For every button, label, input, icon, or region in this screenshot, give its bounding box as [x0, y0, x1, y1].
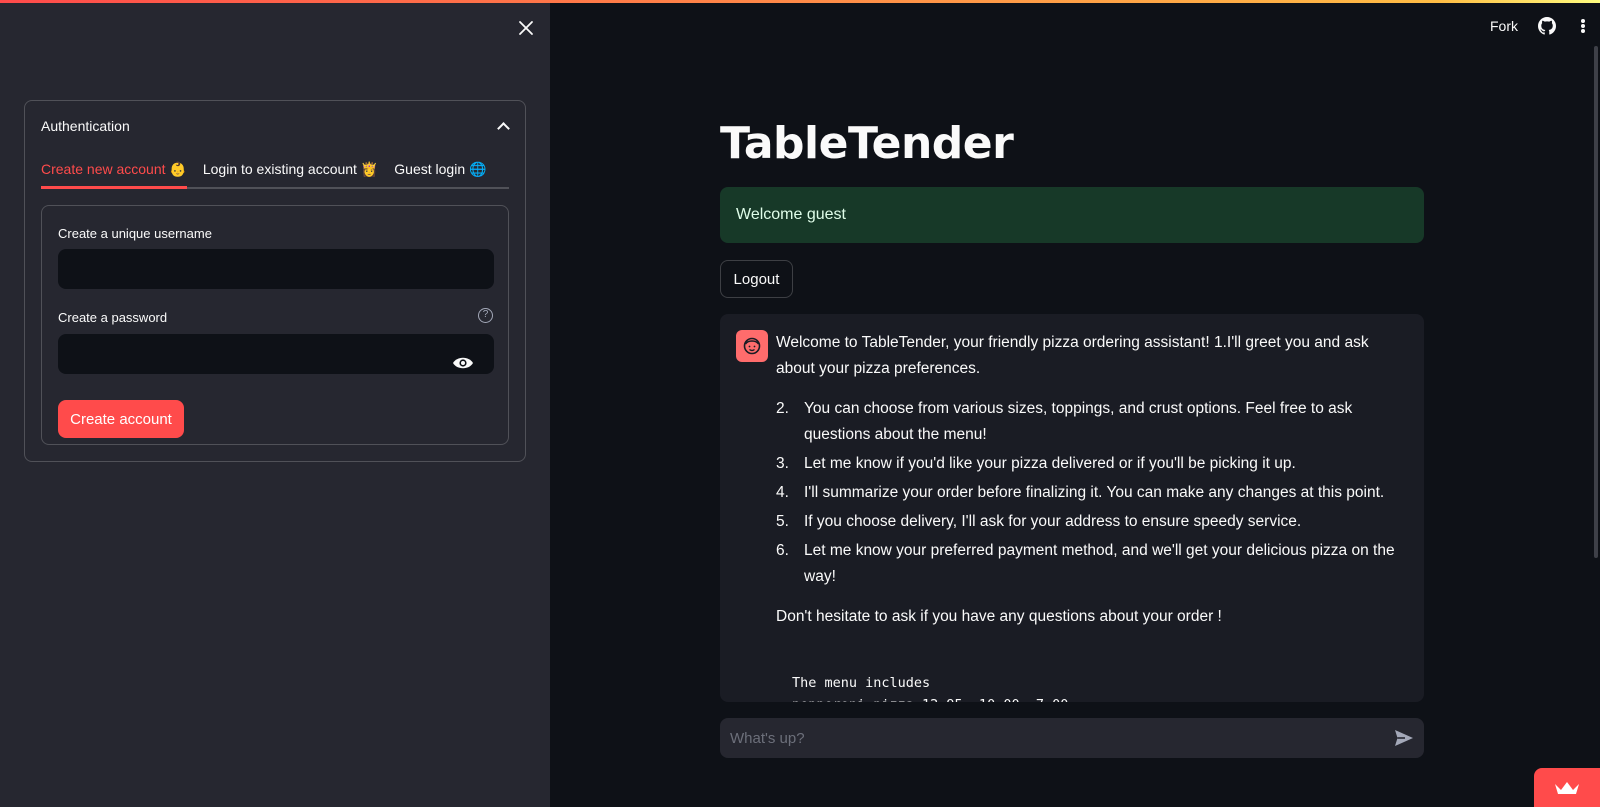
tab-guest-login[interactable]: Guest login 🌐 [394, 153, 486, 187]
crown-icon [1555, 781, 1579, 794]
list-item: 4. I'll summarize your order before final… [776, 484, 1385, 501]
streamlit-badge[interactable] [1534, 768, 1600, 807]
welcome-alert: Welcome guest [720, 187, 1424, 243]
expander-title: Authentication [41, 118, 130, 134]
menu-code-block: The menu includes pepperoni pizza 12.95, … [776, 650, 1400, 702]
create-account-button[interactable]: Create account [58, 400, 184, 438]
code-line: The menu includes [792, 675, 931, 691]
tab-create-account[interactable]: Create new account 👶 [41, 153, 187, 189]
chat-input-container [720, 718, 1424, 758]
help-icon[interactable]: ? [478, 308, 493, 323]
sidebar: Authentication Create new account 👶 Logi… [0, 0, 550, 807]
logout-button[interactable]: Logout [720, 260, 793, 298]
app-header-actions: Fork [1490, 14, 1600, 38]
password-input[interactable] [58, 334, 494, 374]
chevron-up-icon[interactable] [497, 120, 509, 132]
alert-text: Welcome guest [736, 206, 846, 223]
username-label: Create a unique username [58, 226, 212, 241]
list-item: 2. You can choose from various sizes, top… [776, 400, 1353, 443]
main-content: TableTender Welcome guest Logout Welcome… [720, 0, 1424, 807]
assistant-avatar [736, 330, 768, 362]
code-line: pepperoni pizza 12.95, 10.00, 7.00 [792, 694, 1384, 702]
chat-message-area[interactable]: Welcome to TableTender, your friendly pi… [720, 314, 1424, 702]
top-decoration-bar [0, 0, 1600, 3]
kebab-menu-icon[interactable] [1574, 17, 1592, 35]
message-intro: Welcome to TableTender, your friendly pi… [776, 334, 1369, 377]
close-sidebar-button[interactable] [514, 16, 538, 40]
auth-tabs: Create new account 👶 Login to existing a… [41, 153, 509, 189]
page-scrollbar[interactable] [1594, 46, 1598, 558]
list-item: 6. Let me know your preferred payment met… [776, 542, 1395, 585]
create-account-form: Create a unique username Create a passwo… [41, 205, 509, 445]
expander-header[interactable]: Authentication [41, 115, 509, 137]
fork-link[interactable]: Fork [1490, 18, 1518, 34]
list-item: 3. Let me know if you'd like your pizza d… [776, 455, 1296, 472]
page-title: TableTender [720, 118, 1014, 169]
assistant-message: Welcome to TableTender, your friendly pi… [776, 330, 1400, 702]
github-icon[interactable] [1538, 17, 1556, 35]
send-icon[interactable] [1394, 728, 1414, 748]
chat-input[interactable] [720, 718, 1370, 758]
steps-list: 2. You can choose from various sizes, top… [776, 396, 1400, 590]
eye-icon[interactable] [452, 356, 474, 370]
password-label: Create a password [58, 310, 168, 325]
tab-login[interactable]: Login to existing account 👸 [203, 153, 378, 187]
username-input[interactable] [58, 249, 494, 289]
close-icon [519, 21, 533, 35]
assistant-face-icon [743, 337, 761, 355]
authentication-expander: Authentication Create new account 👶 Logi… [24, 100, 526, 462]
message-closing: Don't hesitate to ask if you have any qu… [776, 608, 1222, 625]
list-item: 5. If you choose delivery, I'll ask for y… [776, 513, 1302, 530]
